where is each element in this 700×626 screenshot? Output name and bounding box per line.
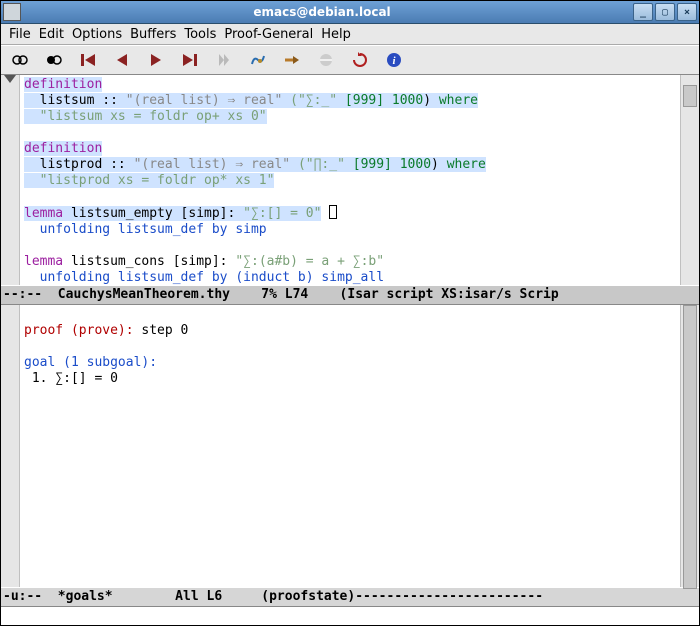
undo-step-icon[interactable] bbox=[77, 49, 99, 71]
show-context-icon[interactable] bbox=[43, 49, 65, 71]
src-listsum-type: "(real list) ⇒ real" bbox=[126, 93, 283, 108]
app-icon bbox=[3, 3, 21, 21]
show-state-icon[interactable] bbox=[9, 49, 31, 71]
info-icon[interactable]: i bbox=[383, 49, 405, 71]
kw-where-1: where bbox=[439, 93, 478, 108]
lemma2-goal: "∑:(a#b) = a + ∑:b" bbox=[235, 254, 384, 269]
menu-help[interactable]: Help bbox=[317, 25, 355, 44]
menu-options[interactable]: Options bbox=[68, 25, 126, 44]
source-buffer[interactable]: definition listsum :: "(real list) ⇒ rea… bbox=[20, 75, 680, 285]
command-icon[interactable] bbox=[281, 49, 303, 71]
src-listsum-syntax: ("∑:_" bbox=[282, 93, 345, 108]
step-forward-icon[interactable] bbox=[145, 49, 167, 71]
titlebar: emacs@debian.local _ ▢ × bbox=[1, 1, 699, 24]
src-listprod-prio: [999] 1000 bbox=[353, 157, 431, 172]
kw-definition-2: definition bbox=[24, 141, 102, 156]
lemma1-proof: unfolding listsum_def by simp bbox=[24, 222, 267, 237]
toolbar: i bbox=[1, 45, 699, 75]
kw-where-2: where bbox=[447, 157, 486, 172]
goals-count: goal (1 subgoal): bbox=[24, 355, 157, 370]
scroll-thumb-bot[interactable] bbox=[683, 305, 697, 589]
echo-area[interactable] bbox=[1, 607, 699, 625]
restart-icon[interactable] bbox=[349, 49, 371, 71]
lemma2-proof: unfolding listsum_def by (induct b) simp… bbox=[24, 270, 384, 285]
lemma1-goal: "∑:[] = 0" bbox=[243, 206, 321, 221]
scrollbar-bot[interactable] bbox=[680, 305, 699, 587]
minimize-button[interactable]: _ bbox=[633, 3, 653, 21]
menu-proofgeneral[interactable]: Proof-General bbox=[220, 25, 317, 44]
goals-proof-header-b: step 0 bbox=[141, 323, 188, 338]
src-listsum-prio: [999] 1000 bbox=[345, 93, 423, 108]
window-buttons: _ ▢ × bbox=[633, 3, 697, 21]
emacs-window: emacs@debian.local _ ▢ × File Edit Optio… bbox=[0, 0, 700, 626]
find-icon[interactable] bbox=[247, 49, 269, 71]
goals-proof-header-a: proof (prove): bbox=[24, 323, 141, 338]
src-listprod-sig-pre: listprod :: bbox=[24, 157, 134, 172]
menu-bar: File Edit Options Buffers Tools Proof-Ge… bbox=[1, 24, 699, 45]
goals-buffer[interactable]: proof (prove): step 0 goal (1 subgoal): … bbox=[20, 305, 680, 587]
kw-lemma-2: lemma bbox=[24, 254, 63, 269]
menu-file[interactable]: File bbox=[5, 25, 35, 44]
src-listsum-sig-pre: listsum :: bbox=[24, 93, 126, 108]
modeline-source-text: --:-- CauchysMeanTheorem.thy 7% L74 (Isa… bbox=[3, 287, 559, 302]
src-listprod-type: "(real list) ⇒ real" bbox=[134, 157, 291, 172]
lemma2-attr: [simp]: bbox=[173, 254, 236, 269]
modeline-source[interactable]: --:-- CauchysMeanTheorem.thy 7% L74 (Isa… bbox=[1, 285, 699, 305]
menu-buffers[interactable]: Buffers bbox=[126, 25, 180, 44]
scroll-thumb-top[interactable] bbox=[683, 85, 697, 107]
kw-lemma-1: lemma bbox=[24, 206, 63, 221]
lemma1-attr: [simp]: bbox=[181, 206, 244, 221]
interrupt-icon bbox=[315, 49, 337, 71]
src-listprod-syntax: ("∏:_" bbox=[290, 157, 353, 172]
menu-edit[interactable]: Edit bbox=[35, 25, 68, 44]
fringe-left-bot bbox=[1, 305, 20, 587]
source-pane: definition listsum :: "(real list) ⇒ rea… bbox=[1, 75, 699, 285]
maximize-button[interactable]: ▢ bbox=[655, 3, 675, 21]
point-cursor bbox=[329, 205, 337, 219]
use-point-icon[interactable] bbox=[179, 49, 201, 71]
fringe-continuation-icon bbox=[4, 75, 16, 83]
scrollbar-top[interactable] bbox=[680, 75, 699, 285]
close-button[interactable]: × bbox=[677, 3, 697, 21]
lemma1-name: listsum_empty bbox=[63, 206, 180, 221]
modeline-goals-text: -u:-- *goals* All L6 (proofstate)-------… bbox=[3, 589, 543, 604]
step-back-icon[interactable] bbox=[111, 49, 133, 71]
lemma2-name: listsum_cons bbox=[63, 254, 173, 269]
src-listsum-close: ) bbox=[423, 93, 439, 108]
src-listsum-def: "listsum xs = foldr op+ xs 0" bbox=[24, 109, 267, 124]
goals-pane: proof (prove): step 0 goal (1 subgoal): … bbox=[1, 305, 699, 587]
src-listprod-def: "listprod xs = foldr op* xs 1" bbox=[24, 173, 274, 188]
goto-icon bbox=[213, 49, 235, 71]
src-listprod-close: ) bbox=[431, 157, 447, 172]
menu-tools[interactable]: Tools bbox=[180, 25, 220, 44]
kw-definition-1: definition bbox=[24, 77, 102, 92]
editor-area: definition listsum :: "(real list) ⇒ rea… bbox=[1, 75, 699, 625]
fringe-left-top bbox=[1, 75, 20, 285]
modeline-goals[interactable]: -u:-- *goals* All L6 (proofstate)-------… bbox=[1, 587, 699, 607]
goal-1: 1. ∑:[] = 0 bbox=[24, 371, 118, 386]
window-title: emacs@debian.local bbox=[27, 5, 633, 19]
